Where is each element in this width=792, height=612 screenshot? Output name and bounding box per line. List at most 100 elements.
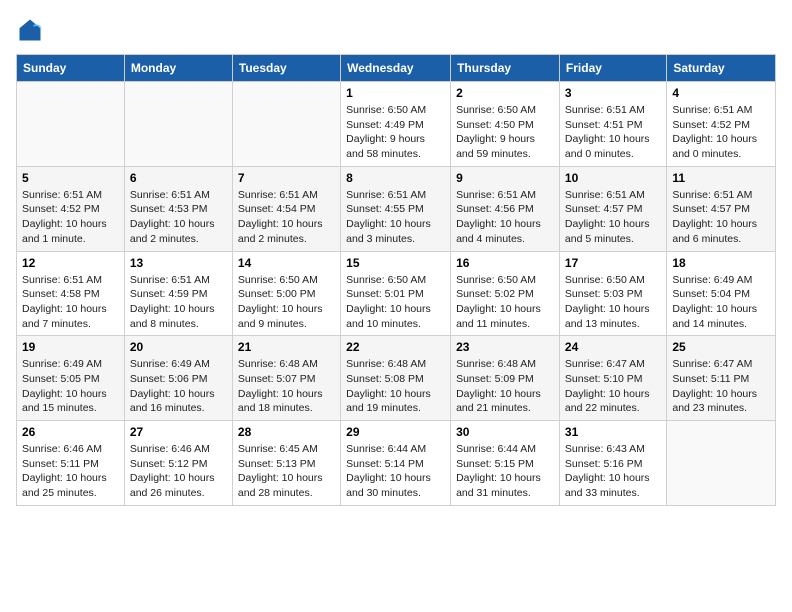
col-header-sunday: Sunday: [17, 55, 125, 82]
day-number: 11: [672, 171, 770, 185]
day-number: 18: [672, 256, 770, 270]
day-number: 19: [22, 340, 119, 354]
day-number: 7: [238, 171, 335, 185]
day-cell: 27Sunrise: 6:46 AM Sunset: 5:12 PM Dayli…: [124, 421, 232, 506]
day-cell: 21 Sunrise: 6:48 AM Sunset: 5:07 PM Dayli…: [232, 336, 340, 421]
day-cell: 6Sunrise: 6:51 AM Sunset: 4:53 PM Daylig…: [124, 166, 232, 251]
day-cell: 29 Sunrise: 6:44 AM Sunset: 5:14 PM Dayli…: [341, 421, 451, 506]
day-cell: 22 Sunrise: 6:48 AM Sunset: 5:08 PM Dayli…: [341, 336, 451, 421]
day-cell: 25Sunrise: 6:47 AM Sunset: 5:11 PM Dayli…: [667, 336, 776, 421]
day-number: 14: [238, 256, 335, 270]
week-row-1: 1 Sunrise: 6:50 AM Sunset: 4:49 PM Daylig…: [17, 82, 776, 167]
day-cell: 13Sunrise: 6:51 AM Sunset: 4:59 PM Dayli…: [124, 251, 232, 336]
day-info: Sunrise: 6:51 AM Sunset: 4:52 PM Dayligh…: [22, 188, 119, 247]
day-cell: 18 Sunrise: 6:49 AM Sunset: 5:04 PM Dayli…: [667, 251, 776, 336]
week-row-5: 26 Sunrise: 6:46 AM Sunset: 5:11 PM Dayli…: [17, 421, 776, 506]
day-info: Sunrise: 6:44 AM Sunset: 5:14 PM Dayligh…: [346, 442, 445, 501]
day-cell: 11 Sunrise: 6:51 AM Sunset: 4:57 PM Dayli…: [667, 166, 776, 251]
page-header: [16, 16, 776, 44]
day-info: Sunrise: 6:48 AM Sunset: 5:08 PM Dayligh…: [346, 357, 445, 416]
day-number: 24: [565, 340, 661, 354]
day-cell: 20 Sunrise: 6:49 AM Sunset: 5:06 PM Dayli…: [124, 336, 232, 421]
week-row-3: 12 Sunrise: 6:51 AM Sunset: 4:58 PM Dayli…: [17, 251, 776, 336]
day-cell: 30Sunrise: 6:44 AM Sunset: 5:15 PM Dayli…: [451, 421, 560, 506]
day-number: 31: [565, 425, 661, 439]
week-row-4: 19 Sunrise: 6:49 AM Sunset: 5:05 PM Dayli…: [17, 336, 776, 421]
day-cell: 7 Sunrise: 6:51 AM Sunset: 4:54 PM Daylig…: [232, 166, 340, 251]
day-cell: 26 Sunrise: 6:46 AM Sunset: 5:11 PM Dayli…: [17, 421, 125, 506]
col-header-friday: Friday: [559, 55, 666, 82]
day-cell: 19 Sunrise: 6:49 AM Sunset: 5:05 PM Dayli…: [17, 336, 125, 421]
day-cell: 12 Sunrise: 6:51 AM Sunset: 4:58 PM Dayli…: [17, 251, 125, 336]
day-cell: [667, 421, 776, 506]
logo: [16, 16, 48, 44]
day-cell: 10 Sunrise: 6:51 AM Sunset: 4:57 PM Dayli…: [559, 166, 666, 251]
day-cell: 17 Sunrise: 6:50 AM Sunset: 5:03 PM Dayli…: [559, 251, 666, 336]
day-number: 8: [346, 171, 445, 185]
day-info: Sunrise: 6:50 AM Sunset: 4:49 PM Dayligh…: [346, 103, 445, 162]
day-info: Sunrise: 6:50 AM Sunset: 5:02 PM Dayligh…: [456, 273, 554, 332]
day-number: 27: [130, 425, 227, 439]
day-cell: 4 Sunrise: 6:51 AM Sunset: 4:52 PM Daylig…: [667, 82, 776, 167]
day-info: Sunrise: 6:51 AM Sunset: 4:52 PM Dayligh…: [672, 103, 770, 162]
day-info: Sunrise: 6:51 AM Sunset: 4:56 PM Dayligh…: [456, 188, 554, 247]
day-cell: 5Sunrise: 6:51 AM Sunset: 4:52 PM Daylig…: [17, 166, 125, 251]
day-number: 13: [130, 256, 227, 270]
day-info: Sunrise: 6:51 AM Sunset: 4:55 PM Dayligh…: [346, 188, 445, 247]
day-number: 1: [346, 86, 445, 100]
day-cell: 28Sunrise: 6:45 AM Sunset: 5:13 PM Dayli…: [232, 421, 340, 506]
day-number: 2: [456, 86, 554, 100]
col-header-wednesday: Wednesday: [341, 55, 451, 82]
day-cell: 2 Sunrise: 6:50 AM Sunset: 4:50 PM Daylig…: [451, 82, 560, 167]
day-info: Sunrise: 6:43 AM Sunset: 5:16 PM Dayligh…: [565, 442, 661, 501]
day-info: Sunrise: 6:51 AM Sunset: 4:54 PM Dayligh…: [238, 188, 335, 247]
day-info: Sunrise: 6:51 AM Sunset: 4:53 PM Dayligh…: [130, 188, 227, 247]
day-number: 16: [456, 256, 554, 270]
day-cell: 16 Sunrise: 6:50 AM Sunset: 5:02 PM Dayli…: [451, 251, 560, 336]
day-number: 9: [456, 171, 554, 185]
day-cell: 31 Sunrise: 6:43 AM Sunset: 5:16 PM Dayli…: [559, 421, 666, 506]
day-number: 26: [22, 425, 119, 439]
day-info: Sunrise: 6:50 AM Sunset: 4:50 PM Dayligh…: [456, 103, 554, 162]
day-info: Sunrise: 6:51 AM Sunset: 4:57 PM Dayligh…: [672, 188, 770, 247]
logo-icon: [16, 16, 44, 44]
day-cell: [232, 82, 340, 167]
day-cell: [17, 82, 125, 167]
col-header-thursday: Thursday: [451, 55, 560, 82]
day-cell: 14Sunrise: 6:50 AM Sunset: 5:00 PM Dayli…: [232, 251, 340, 336]
day-cell: 8 Sunrise: 6:51 AM Sunset: 4:55 PM Daylig…: [341, 166, 451, 251]
day-number: 30: [456, 425, 554, 439]
day-info: Sunrise: 6:46 AM Sunset: 5:11 PM Dayligh…: [22, 442, 119, 501]
day-info: Sunrise: 6:49 AM Sunset: 5:04 PM Dayligh…: [672, 273, 770, 332]
day-number: 4: [672, 86, 770, 100]
col-header-monday: Monday: [124, 55, 232, 82]
col-header-tuesday: Tuesday: [232, 55, 340, 82]
day-info: Sunrise: 6:48 AM Sunset: 5:07 PM Dayligh…: [238, 357, 335, 416]
day-info: Sunrise: 6:47 AM Sunset: 5:10 PM Dayligh…: [565, 357, 661, 416]
day-info: Sunrise: 6:49 AM Sunset: 5:05 PM Dayligh…: [22, 357, 119, 416]
day-cell: 3 Sunrise: 6:51 AM Sunset: 4:51 PM Daylig…: [559, 82, 666, 167]
col-header-saturday: Saturday: [667, 55, 776, 82]
day-number: 25: [672, 340, 770, 354]
day-info: Sunrise: 6:50 AM Sunset: 5:03 PM Dayligh…: [565, 273, 661, 332]
day-number: 12: [22, 256, 119, 270]
day-number: 29: [346, 425, 445, 439]
day-info: Sunrise: 6:49 AM Sunset: 5:06 PM Dayligh…: [130, 357, 227, 416]
day-number: 21: [238, 340, 335, 354]
day-info: Sunrise: 6:51 AM Sunset: 4:51 PM Dayligh…: [565, 103, 661, 162]
day-cell: [124, 82, 232, 167]
day-info: Sunrise: 6:45 AM Sunset: 5:13 PM Dayligh…: [238, 442, 335, 501]
day-info: Sunrise: 6:51 AM Sunset: 4:57 PM Dayligh…: [565, 188, 661, 247]
calendar-table: SundayMondayTuesdayWednesdayThursdayFrid…: [16, 54, 776, 506]
day-number: 20: [130, 340, 227, 354]
day-info: Sunrise: 6:48 AM Sunset: 5:09 PM Dayligh…: [456, 357, 554, 416]
day-info: Sunrise: 6:51 AM Sunset: 4:58 PM Dayligh…: [22, 273, 119, 332]
day-number: 17: [565, 256, 661, 270]
day-header-row: SundayMondayTuesdayWednesdayThursdayFrid…: [17, 55, 776, 82]
day-cell: 15Sunrise: 6:50 AM Sunset: 5:01 PM Dayli…: [341, 251, 451, 336]
day-cell: 23Sunrise: 6:48 AM Sunset: 5:09 PM Dayli…: [451, 336, 560, 421]
day-number: 3: [565, 86, 661, 100]
day-number: 22: [346, 340, 445, 354]
day-number: 10: [565, 171, 661, 185]
day-info: Sunrise: 6:50 AM Sunset: 5:01 PM Dayligh…: [346, 273, 445, 332]
